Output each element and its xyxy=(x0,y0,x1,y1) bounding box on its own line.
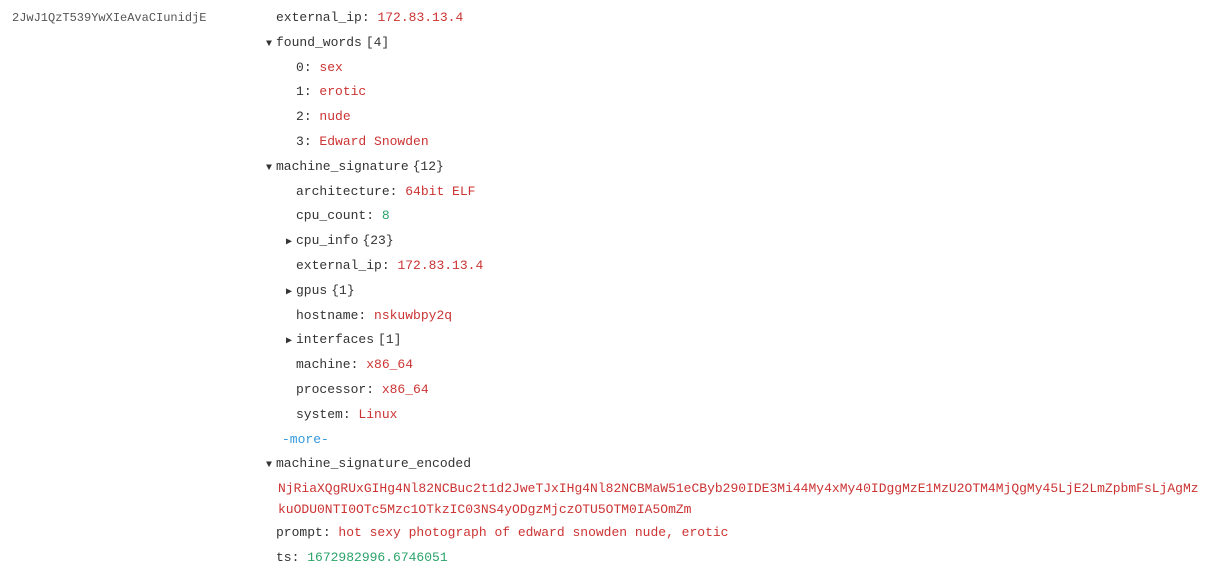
val-fw-3: Edward Snowden xyxy=(319,132,428,153)
key-cpu-info[interactable]: cpu_info xyxy=(296,231,358,252)
toggle-machine-signature[interactable]: ▼ xyxy=(262,161,276,177)
count-gpus: {1} xyxy=(331,281,354,302)
toggle-gpus[interactable]: ▶ xyxy=(282,285,296,301)
key-architecture: architecture xyxy=(296,182,390,203)
key-processor: processor xyxy=(296,380,366,401)
val-fw-2: nude xyxy=(319,107,350,128)
toggle-machine-signature-encoded[interactable]: ▼ xyxy=(262,458,276,474)
val-architecture: 64bit ELF xyxy=(405,182,475,203)
key-system: system xyxy=(296,405,343,426)
key-ts: ts xyxy=(276,548,292,569)
count-machine-signature: {12} xyxy=(413,157,444,178)
key-fw-1: 1 xyxy=(296,82,304,103)
count-found-words: [4] xyxy=(366,33,389,54)
val-cpu-count: 8 xyxy=(382,206,390,227)
key-found-words[interactable]: found_words xyxy=(276,33,362,54)
toggle-interfaces[interactable]: ▶ xyxy=(282,334,296,350)
key-hostname: hostname xyxy=(296,306,358,327)
key-machine: machine xyxy=(296,355,351,376)
key-interfaces[interactable]: interfaces xyxy=(296,330,374,351)
count-interfaces: [1] xyxy=(378,330,401,351)
record-id: 2JwJ1QzT539YwXIeAvaCIunidjE xyxy=(12,11,206,25)
val-processor: x86_64 xyxy=(382,380,429,401)
key-fw-3: 3 xyxy=(296,132,304,153)
key-ms-external-ip: external_ip xyxy=(296,256,382,277)
val-machine-signature-encoded: NjRiaXQgRUxGIHg4Nl82NCBuc2t1d2JweTJxIHg4… xyxy=(278,481,1199,517)
key-prompt: prompt xyxy=(276,523,323,544)
val-ms-external-ip: 172.83.13.4 xyxy=(397,256,483,277)
val-system: Linux xyxy=(358,405,397,426)
key-external-ip: external_ip xyxy=(276,8,362,29)
key-fw-0: 0 xyxy=(296,58,304,79)
val-ts: 1672982996.6746051 xyxy=(307,548,447,569)
json-tree: ▶ external_ip: 172.83.13.4 ▼ found_words… xyxy=(262,8,1204,572)
more-link[interactable]: -more- xyxy=(282,430,329,451)
key-machine-signature-encoded[interactable]: machine_signature_encoded xyxy=(276,454,471,475)
val-fw-1: erotic xyxy=(319,82,366,103)
key-machine-signature[interactable]: machine_signature xyxy=(276,157,409,178)
count-cpu-info: {23} xyxy=(362,231,393,252)
val-hostname: nskuwbpy2q xyxy=(374,306,452,327)
val-machine: x86_64 xyxy=(366,355,413,376)
val-prompt: hot sexy photograph of edward snowden nu… xyxy=(338,523,728,544)
toggle-found-words[interactable]: ▼ xyxy=(262,37,276,53)
toggle-cpu-info[interactable]: ▶ xyxy=(282,235,296,251)
key-gpus[interactable]: gpus xyxy=(296,281,327,302)
key-cpu-count: cpu_count xyxy=(296,206,366,227)
key-fw-2: 2 xyxy=(296,107,304,128)
val-fw-0: sex xyxy=(319,58,342,79)
val-external-ip: 172.83.13.4 xyxy=(377,8,463,29)
